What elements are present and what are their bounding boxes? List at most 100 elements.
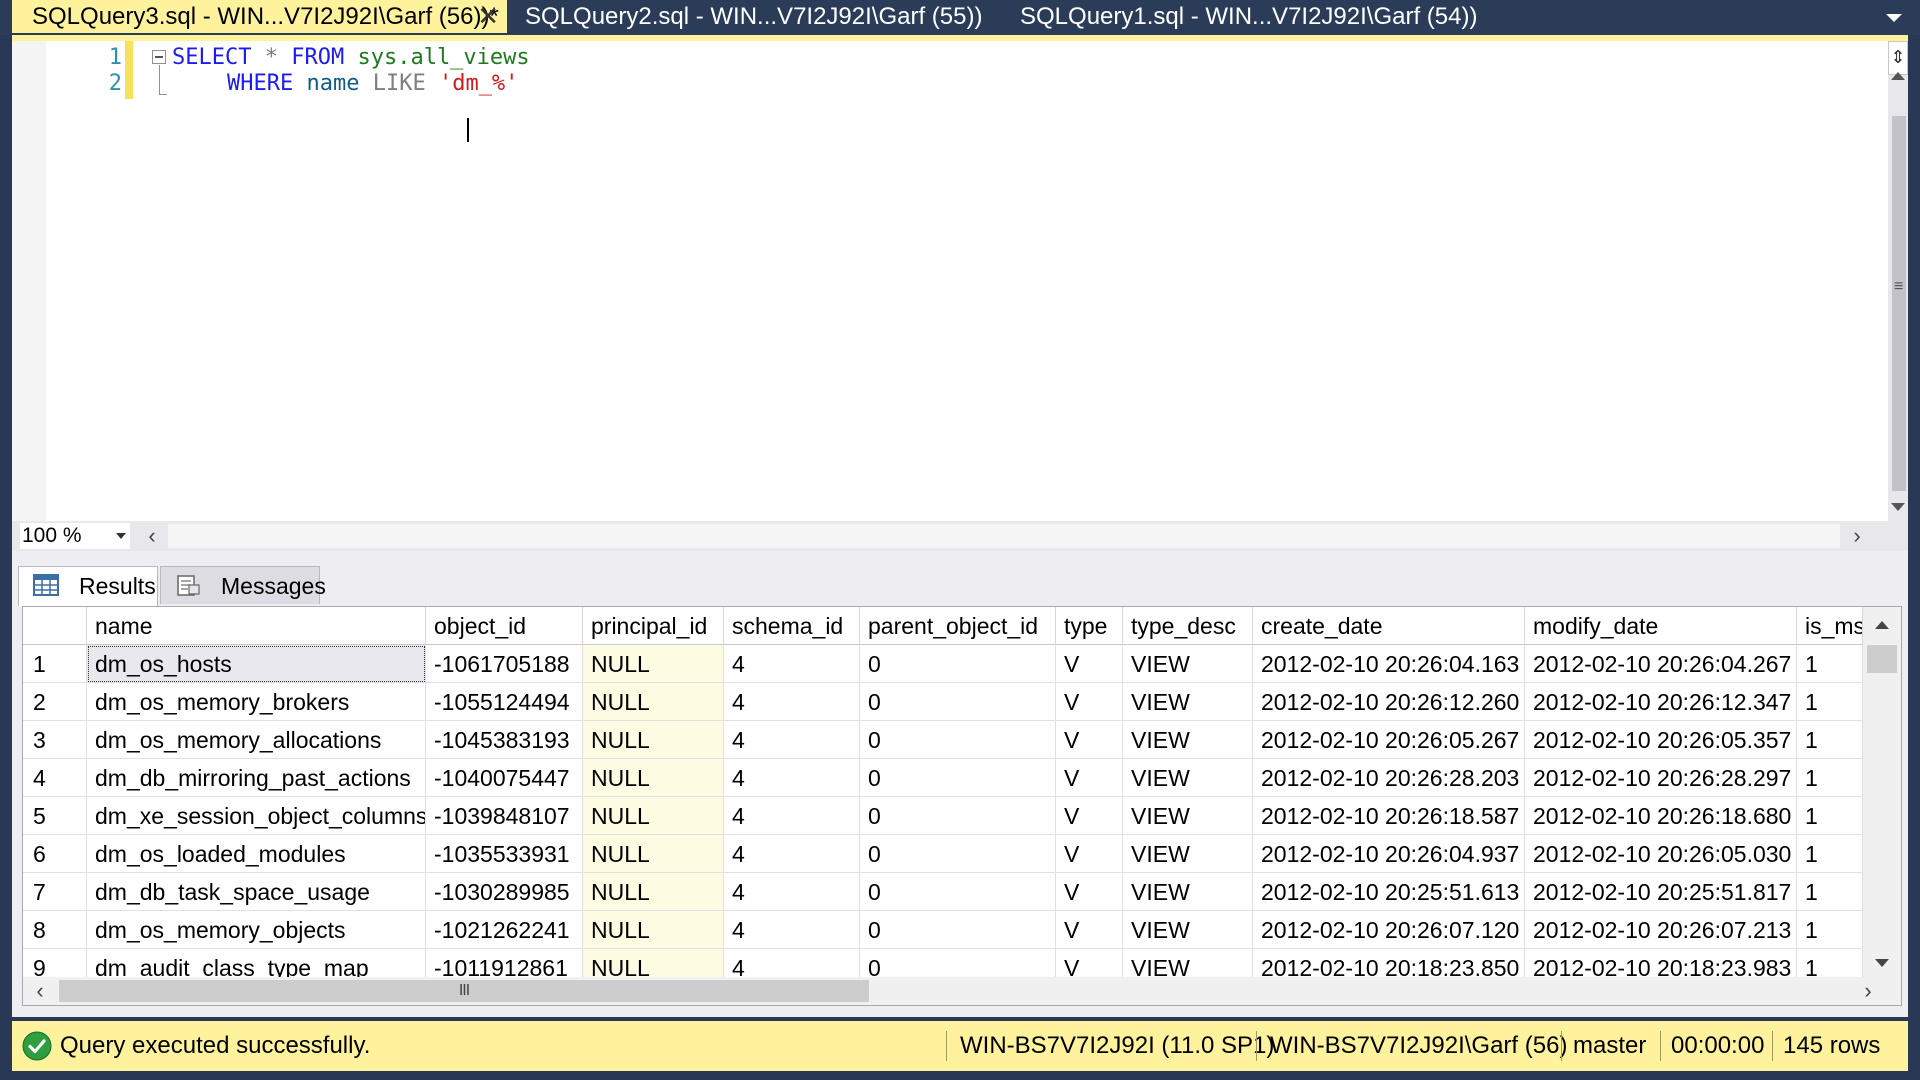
- cell-type[interactable]: V: [1056, 645, 1123, 683]
- cell-name[interactable]: dm_db_mirroring_past_actions: [87, 759, 426, 797]
- editor-hscroll-thumb[interactable]: [168, 524, 1840, 548]
- row-number[interactable]: 5: [23, 797, 87, 835]
- column-header-create-date[interactable]: create_date: [1253, 607, 1525, 645]
- scroll-down-arrow-icon[interactable]: [1891, 503, 1905, 511]
- row-number[interactable]: 8: [23, 911, 87, 949]
- cell-name[interactable]: dm_os_hosts: [87, 645, 426, 683]
- cell-object-id[interactable]: -1061705188: [426, 645, 583, 683]
- row-number[interactable]: 7: [23, 873, 87, 911]
- cell-type-desc[interactable]: VIEW: [1123, 797, 1253, 835]
- collapse-region-icon[interactable]: [152, 50, 166, 64]
- tab-sqlquery3[interactable]: SQLQuery3.sql - WIN...V7I2J92I\Garf (56)…: [12, 0, 507, 33]
- cell-principal-id[interactable]: NULL: [583, 683, 724, 721]
- row-number[interactable]: 3: [23, 721, 87, 759]
- scroll-right-arrow-icon[interactable]: ›: [1843, 521, 1871, 551]
- cell-modify-date[interactable]: 2012-02-10 20:18:23.983: [1525, 949, 1797, 977]
- cell-create-date[interactable]: 2012-02-10 20:26:04.937: [1253, 835, 1525, 873]
- column-header-parent-object-id[interactable]: parent_object_id: [860, 607, 1056, 645]
- cell-type-desc[interactable]: VIEW: [1123, 911, 1253, 949]
- cell-parent-object-id[interactable]: 0: [860, 721, 1056, 759]
- cell-schema-id[interactable]: 4: [724, 721, 860, 759]
- cell-name[interactable]: dm_xe_session_object_columns: [87, 797, 426, 835]
- scroll-up-arrow-icon[interactable]: [1891, 72, 1905, 80]
- cell-name[interactable]: dm_audit_class_type_map: [87, 949, 426, 977]
- row-number[interactable]: 2: [23, 683, 87, 721]
- cell-type-desc[interactable]: VIEW: [1123, 645, 1253, 683]
- tab-sqlquery1[interactable]: SQLQuery1.sql - WIN...V7I2J92I\Garf (54)…: [1000, 0, 1500, 33]
- cell-object-id[interactable]: -1030289985: [426, 873, 583, 911]
- cell-schema-id[interactable]: 4: [724, 683, 860, 721]
- cell-schema-id[interactable]: 4: [724, 911, 860, 949]
- cell-name[interactable]: dm_os_memory_objects: [87, 911, 426, 949]
- cell-parent-object-id[interactable]: 0: [860, 683, 1056, 721]
- cell-modify-date[interactable]: 2012-02-10 20:26:05.357: [1525, 721, 1797, 759]
- cell-type-desc[interactable]: VIEW: [1123, 949, 1253, 977]
- cell-create-date[interactable]: 2012-02-10 20:25:51.613: [1253, 873, 1525, 911]
- cell-object-id[interactable]: -1039848107: [426, 797, 583, 835]
- cell-type[interactable]: V: [1056, 911, 1123, 949]
- cell-type-desc[interactable]: VIEW: [1123, 835, 1253, 873]
- cell-modify-date[interactable]: 2012-02-10 20:26:07.213: [1525, 911, 1797, 949]
- tab-overflow-dropdown-icon[interactable]: [1886, 14, 1902, 22]
- query-editor[interactable]: 1 2 SELECT * FROM sys.all_views WHERE na…: [12, 41, 1908, 521]
- cell-type[interactable]: V: [1056, 721, 1123, 759]
- cell-name[interactable]: dm_db_task_space_usage: [87, 873, 426, 911]
- cell-schema-id[interactable]: 4: [724, 797, 860, 835]
- cell-is-ms-shipped[interactable]: 1: [1797, 949, 1863, 977]
- cell-create-date[interactable]: 2012-02-10 20:26:07.120: [1253, 911, 1525, 949]
- column-header-principal-id[interactable]: principal_id: [583, 607, 724, 645]
- cell-principal-id[interactable]: NULL: [583, 835, 724, 873]
- cell-type[interactable]: V: [1056, 797, 1123, 835]
- cell-type[interactable]: V: [1056, 873, 1123, 911]
- cell-type-desc[interactable]: VIEW: [1123, 683, 1253, 721]
- cell-object-id[interactable]: -1021262241: [426, 911, 583, 949]
- scroll-left-arrow-icon[interactable]: ‹: [25, 977, 55, 1005]
- cell-object-id[interactable]: -1040075447: [426, 759, 583, 797]
- cell-parent-object-id[interactable]: 0: [860, 835, 1056, 873]
- cell-name[interactable]: dm_os_memory_allocations: [87, 721, 426, 759]
- cell-is-ms-shipped[interactable]: 1: [1797, 683, 1863, 721]
- scroll-up-arrow-icon[interactable]: [1875, 621, 1889, 629]
- cell-type-desc[interactable]: VIEW: [1123, 721, 1253, 759]
- scroll-right-arrow-icon[interactable]: ›: [1853, 977, 1883, 1005]
- cell-name[interactable]: dm_os_loaded_modules: [87, 835, 426, 873]
- cell-schema-id[interactable]: 4: [724, 835, 860, 873]
- cell-principal-id[interactable]: NULL: [583, 911, 724, 949]
- cell-is-ms-shipped[interactable]: 1: [1797, 911, 1863, 949]
- scroll-left-arrow-icon[interactable]: ‹: [138, 521, 166, 551]
- cell-schema-id[interactable]: 4: [724, 949, 860, 977]
- cell-parent-object-id[interactable]: 0: [860, 759, 1056, 797]
- cell-type[interactable]: V: [1056, 759, 1123, 797]
- cell-create-date[interactable]: 2012-02-10 20:26:04.163: [1253, 645, 1525, 683]
- cell-modify-date[interactable]: 2012-02-10 20:26:18.680: [1525, 797, 1797, 835]
- row-number[interactable]: 9: [23, 949, 87, 977]
- chevron-down-icon[interactable]: [116, 533, 126, 539]
- cell-is-ms-shipped[interactable]: 1: [1797, 721, 1863, 759]
- cell-create-date[interactable]: 2012-02-10 20:26:05.267: [1253, 721, 1525, 759]
- cell-parent-object-id[interactable]: 0: [860, 873, 1056, 911]
- column-header-modify-date[interactable]: modify_date: [1525, 607, 1797, 645]
- cell-principal-id[interactable]: NULL: [583, 721, 724, 759]
- cell-type[interactable]: V: [1056, 835, 1123, 873]
- cell-name[interactable]: dm_os_memory_brokers: [87, 683, 426, 721]
- editor-scroll-thumb[interactable]: [1892, 116, 1906, 491]
- cell-schema-id[interactable]: 4: [724, 759, 860, 797]
- grid-corner-header[interactable]: [23, 607, 87, 645]
- split-window-icon[interactable]: ⇕: [1888, 41, 1908, 75]
- cell-object-id[interactable]: -1011912861: [426, 949, 583, 977]
- cell-parent-object-id[interactable]: 0: [860, 645, 1056, 683]
- tab-sqlquery2[interactable]: SQLQuery2.sql - WIN...V7I2J92I\Garf (55)…: [505, 0, 982, 33]
- cell-principal-id[interactable]: NULL: [583, 797, 724, 835]
- cell-create-date[interactable]: 2012-02-10 20:26:12.260: [1253, 683, 1525, 721]
- column-header-name[interactable]: name: [87, 607, 426, 645]
- cell-is-ms-shipped[interactable]: 1: [1797, 835, 1863, 873]
- cell-type[interactable]: V: [1056, 683, 1123, 721]
- cell-type-desc[interactable]: VIEW: [1123, 759, 1253, 797]
- cell-is-ms-shipped[interactable]: 1: [1797, 797, 1863, 835]
- column-header-schema-id[interactable]: schema_id: [724, 607, 860, 645]
- cell-schema-id[interactable]: 4: [724, 873, 860, 911]
- scroll-down-arrow-icon[interactable]: [1875, 959, 1889, 967]
- cell-is-ms-shipped[interactable]: 1: [1797, 759, 1863, 797]
- cell-principal-id[interactable]: NULL: [583, 645, 724, 683]
- cell-type[interactable]: V: [1056, 949, 1123, 977]
